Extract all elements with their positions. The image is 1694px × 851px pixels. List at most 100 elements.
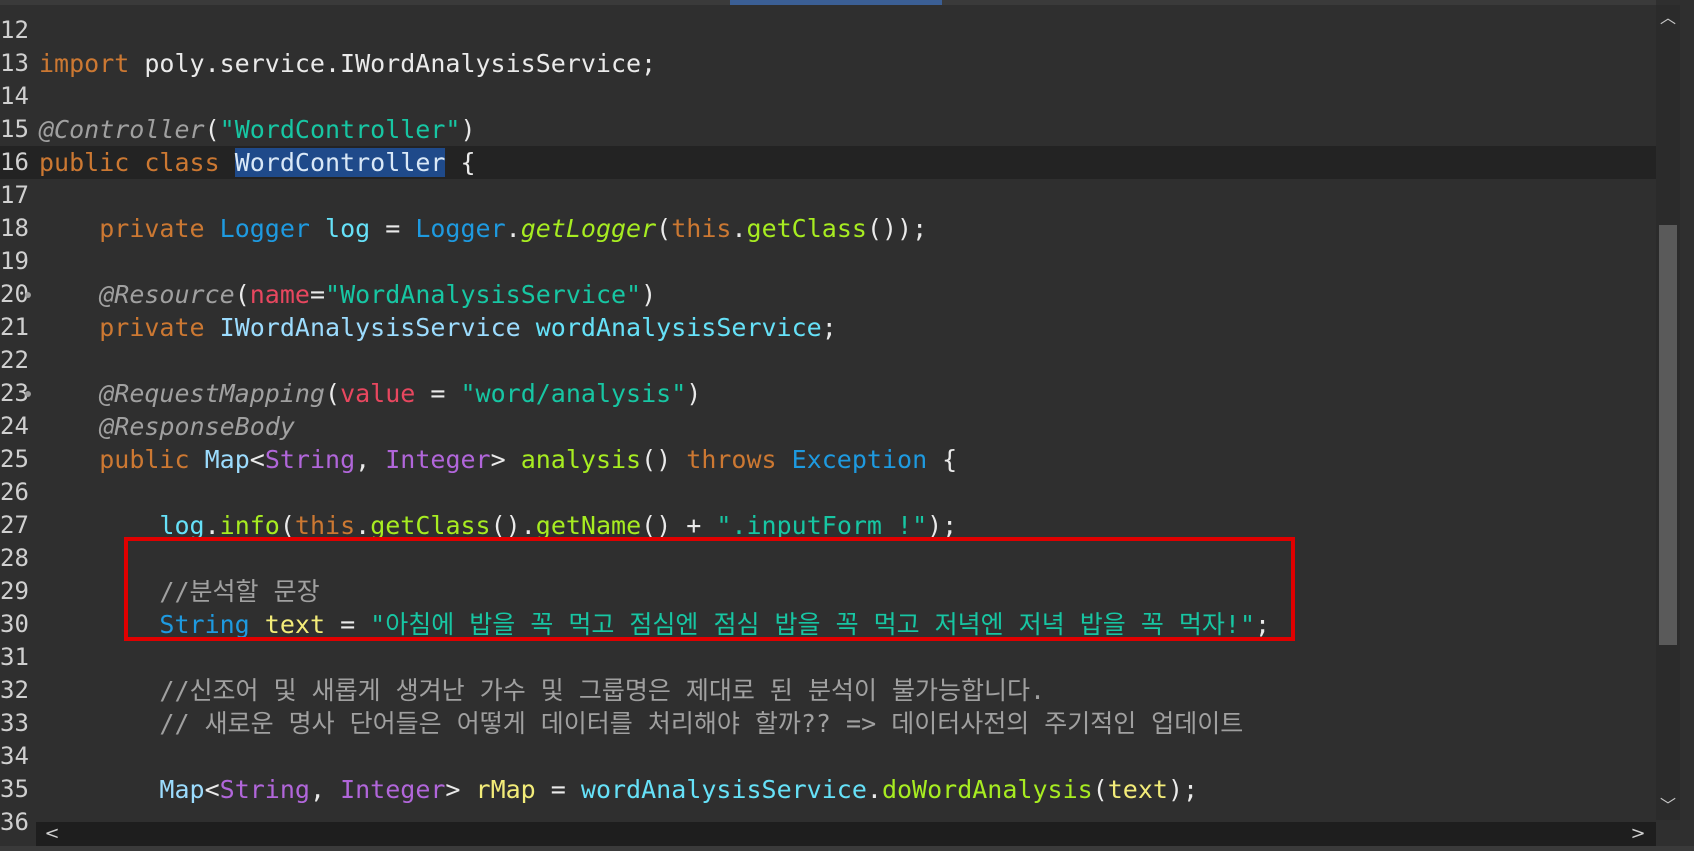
code-line[interactable]: 22 [0, 344, 1656, 377]
line-number: 27 [0, 511, 29, 539]
code-token: > [490, 445, 521, 474]
code-line[interactable]: 16 public class WordController { [0, 146, 1656, 179]
scroll-left-icon[interactable]: < [40, 822, 64, 846]
code-token: // 새로운 명사 단어들은 어떻게 데이터를 처리해야 할까?? => 데이터… [159, 709, 1244, 738]
line-number: 17 [0, 181, 29, 209]
code-text[interactable]: public class WordController { [39, 146, 476, 179]
line-number: 19 [0, 247, 29, 275]
code-token: info [219, 511, 280, 540]
code-token: this [671, 214, 732, 243]
line-number: 16 [0, 148, 29, 176]
scroll-right-icon[interactable]: > [1626, 822, 1650, 846]
code-text[interactable]: Map<String, Integer> rMap = wordAnalysis… [39, 773, 1198, 806]
code-token: ; [821, 313, 837, 342]
code-text[interactable]: @ResponseBody [39, 410, 295, 443]
code-token: this [294, 511, 356, 540]
code-text[interactable]: // 새로운 명사 단어들은 어떻게 데이터를 처리해야 할까?? => 데이터… [39, 707, 1243, 740]
code-text[interactable]: //신조어 및 새롭게 생겨난 가수 및 그룹명은 제대로 된 분석이 불가능합… [39, 674, 1045, 707]
code-token: < [204, 775, 220, 804]
code-editor[interactable]: 12 13 import poly.service.IWordAnalysisSer… [0, 0, 1694, 851]
code-token: getClass [746, 214, 867, 243]
code-token: . [355, 511, 371, 540]
code-text[interactable]: @RequestMapping(value = "word/analysis") [39, 377, 701, 410]
code-token: , [355, 445, 386, 474]
code-text[interactable]: private Logger log = Logger.getLogger(th… [39, 212, 927, 245]
code-lines[interactable]: 12 13 import poly.service.IWordAnalysisSer… [0, 14, 1656, 839]
code-line[interactable]: 20 @Resource(name="WordAnalysisService") [0, 278, 1656, 311]
line-number: 24 [0, 412, 29, 440]
line-number: 31 [0, 643, 29, 671]
code-line[interactable]: 17 [0, 179, 1656, 212]
code-token: . [204, 511, 220, 540]
code-token: doWordAnalysis [881, 775, 1093, 804]
scroll-up-icon[interactable]: ︿ [1656, 7, 1680, 29]
line-number: 29 [0, 577, 29, 605]
code-token: "word/analysis" [460, 379, 687, 408]
top-strip-highlight [730, 0, 942, 5]
code-token: (). [490, 511, 536, 540]
code-line[interactable]: 18 private Logger log = Logger.getLogger… [0, 212, 1656, 245]
code-line[interactable]: 14 [0, 80, 1656, 113]
code-token: getName [535, 511, 642, 540]
code-token: public [39, 148, 130, 177]
code-token: > [445, 775, 476, 804]
code-token: ( [234, 280, 250, 309]
code-line[interactable]: 12 [0, 14, 1656, 47]
code-line[interactable]: 32 //신조어 및 새롭게 생겨난 가수 및 그룹명은 제대로 된 분석이 불… [0, 674, 1656, 707]
code-token: { [927, 445, 958, 474]
code-line[interactable]: 34 [0, 740, 1656, 773]
fold-marker-icon[interactable] [25, 391, 31, 397]
code-token: ( [1092, 775, 1108, 804]
code-token: () [641, 445, 687, 474]
editor-top-strip [0, 0, 1656, 5]
code-line[interactable]: 26 [0, 476, 1656, 509]
code-token: getClass [370, 511, 491, 540]
code-token: Exception [791, 445, 928, 474]
code-text[interactable]: public Map<String, Integer> analysis() t… [39, 443, 957, 476]
code-token: Map [159, 775, 205, 804]
code-line[interactable]: 23 @RequestMapping(value = "word/analysi… [0, 377, 1656, 410]
scroll-down-icon[interactable]: ﹀ [1656, 795, 1680, 817]
code-line[interactable]: 19 [0, 245, 1656, 278]
code-token: getLogger [520, 214, 657, 243]
code-text[interactable]: @Resource(name="WordAnalysisService") [39, 278, 656, 311]
code-line[interactable]: 35 Map<String, Integer> rMap = wordAnaly… [0, 773, 1656, 806]
code-token: = [370, 214, 416, 243]
fold-marker-icon[interactable] [25, 292, 31, 298]
code-text[interactable]: import poly.service.IWordAnalysisService… [39, 47, 656, 80]
code-token: String [219, 775, 310, 804]
code-line[interactable]: 15 @Controller("WordController") [0, 113, 1656, 146]
code-token: @ResponseBody [99, 412, 295, 441]
horizontal-scrollbar[interactable]: < > [36, 822, 1656, 846]
code-line[interactable]: 13 import poly.service.IWordAnalysisServi… [0, 47, 1656, 80]
code-text[interactable]: @Controller("WordController") [39, 113, 476, 146]
vertical-scroll-thumb[interactable] [1659, 225, 1677, 645]
code-token: value [340, 379, 416, 408]
code-token: @Controller [39, 115, 205, 144]
code-line[interactable]: 31 [0, 641, 1656, 674]
code-line[interactable]: 21 private IWordAnalysisService wordAnal… [0, 311, 1656, 344]
line-number: 30 [0, 610, 29, 638]
code-line[interactable]: 25 public Map<String, Integer> analysis(… [0, 443, 1656, 476]
code-line[interactable]: 24 @ResponseBody [0, 410, 1656, 443]
code-token: log [159, 511, 205, 540]
code-token: @RequestMapping [99, 379, 325, 408]
vertical-scrollbar[interactable]: ︿ ﹀ [1656, 5, 1680, 820]
code-token: poly.service.IWordAnalysisService; [129, 49, 657, 78]
code-token: ( [279, 511, 295, 540]
code-token: text [1107, 775, 1168, 804]
code-token: ) [641, 280, 657, 309]
code-line[interactable]: 33 // 새로운 명사 단어들은 어떻게 데이터를 처리해야 할까?? => … [0, 707, 1656, 740]
code-token: "WordAnalysisService" [325, 280, 642, 309]
code-token: wordAnalysisService [535, 313, 822, 342]
code-text[interactable]: private IWordAnalysisService wordAnalysi… [39, 311, 837, 344]
